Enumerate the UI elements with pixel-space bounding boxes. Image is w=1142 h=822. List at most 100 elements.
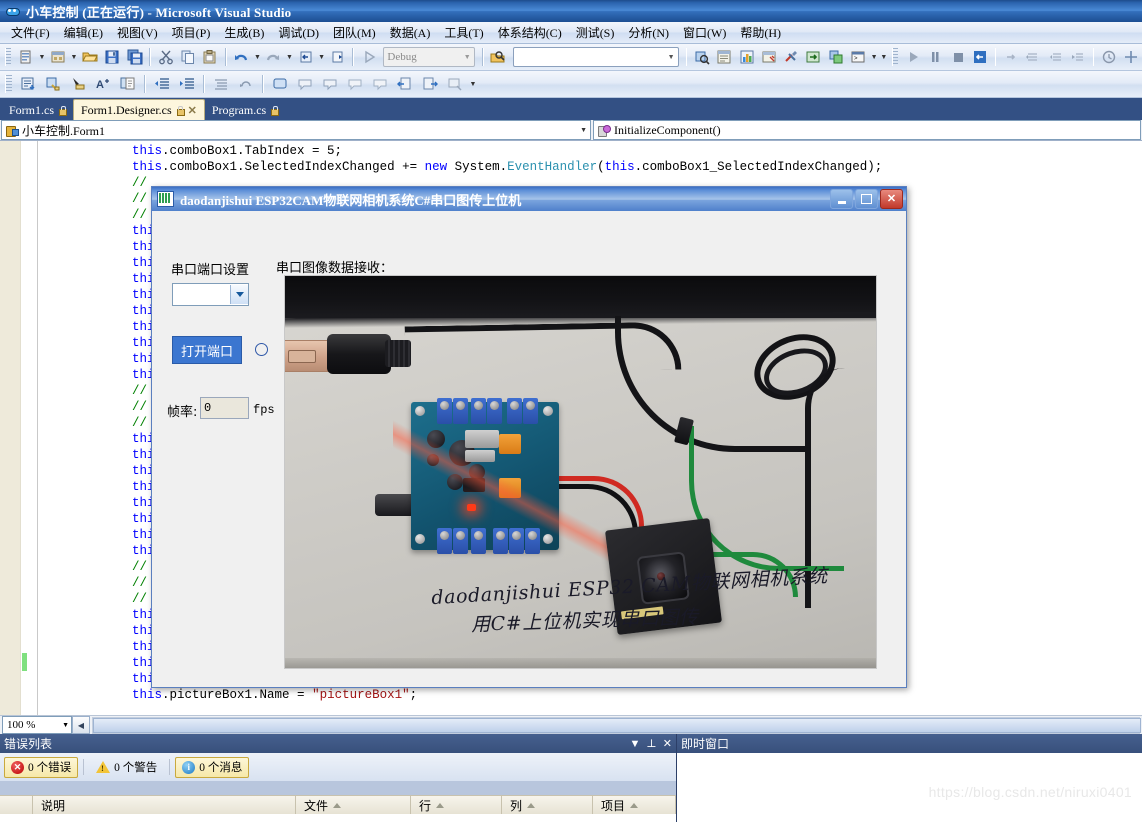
save-icon[interactable] — [102, 45, 123, 69]
toolbar-grip[interactable] — [5, 75, 12, 93]
window-layout-icon[interactable] — [825, 45, 846, 69]
object-browser-icon[interactable] — [736, 45, 757, 69]
outlining-margin[interactable] — [37, 141, 38, 715]
copy-icon[interactable] — [177, 45, 198, 69]
command-window-icon[interactable]: > — [847, 45, 868, 69]
undo-dropdown-icon[interactable]: ▼ — [253, 46, 262, 68]
undo-edit-icon[interactable] — [234, 72, 258, 96]
menu-item-edit[interactable]: 编辑(E) — [57, 22, 110, 43]
options-icon[interactable] — [781, 45, 802, 69]
warnings-filter-button[interactable]: 0 个警告 — [89, 757, 164, 778]
step-line-icon[interactable] — [1067, 45, 1088, 69]
properties-window-icon[interactable] — [714, 45, 735, 69]
undo-icon[interactable] — [231, 45, 252, 69]
menu-item-debug[interactable]: 调试(D) — [271, 22, 326, 43]
increase-indent-icon[interactable] — [175, 72, 199, 96]
column-header-line[interactable]: 行 — [411, 796, 502, 814]
command-dropdown-icon[interactable]: ▼ — [870, 46, 879, 68]
performance-profiler-icon[interactable] — [1098, 45, 1119, 69]
close-icon[interactable]: ✕ — [188, 104, 197, 117]
messages-filter-button[interactable]: i 0 个消息 — [175, 756, 250, 778]
step-into-icon[interactable] — [1000, 45, 1021, 69]
column-header-column[interactable]: 列 — [502, 796, 593, 814]
previous-edit-icon[interactable] — [393, 72, 417, 96]
go-to-icon[interactable] — [803, 45, 824, 69]
menu-item-view[interactable]: 视图(V) — [110, 22, 165, 43]
navigate-backward-icon[interactable] — [295, 45, 316, 69]
new-project-dropdown-icon[interactable]: ▼ — [38, 46, 47, 68]
menu-item-help[interactable]: 帮助(H) — [733, 22, 788, 43]
new-comment-icon[interactable] — [268, 72, 292, 96]
menu-item-window[interactable]: 窗口(W) — [676, 22, 733, 43]
maximize-button[interactable] — [855, 189, 878, 209]
column-header-project[interactable]: 项目 — [593, 796, 676, 814]
horizontal-scrollbar-thumb[interactable] — [93, 717, 1141, 733]
column-header-description[interactable]: 说明 — [33, 796, 296, 814]
member-dropdown[interactable]: InitializeComponent() — [593, 120, 1141, 140]
column-header-icon[interactable] — [0, 796, 33, 814]
menu-item-build[interactable]: 生成(B) — [217, 22, 271, 43]
menu-item-data[interactable]: 数据(A) — [383, 22, 438, 43]
menu-item-test[interactable]: 测试(S) — [569, 22, 622, 43]
tab-form1-cs[interactable]: Form1.cs — [2, 101, 73, 120]
next-comment-icon[interactable] — [318, 72, 342, 96]
comment-block-icon[interactable] — [209, 72, 233, 96]
previous-bookmark-icon[interactable] — [343, 72, 367, 96]
redo-icon[interactable] — [263, 45, 284, 69]
solution-configuration-combo[interactable]: Debug ▼ — [383, 47, 475, 67]
decrease-indent-icon[interactable] — [150, 72, 174, 96]
menu-item-project[interactable]: 项目(P) — [165, 22, 218, 43]
close-button[interactable]: ✕ — [880, 189, 903, 209]
toolbar-grip[interactable] — [892, 48, 899, 66]
step-over-icon[interactable] — [1023, 45, 1044, 69]
cut-icon[interactable] — [155, 45, 176, 69]
tab-form1-designer-cs[interactable]: Form1.Designer.cs ✕ — [73, 99, 205, 120]
errors-filter-button[interactable]: ✕ 0 个错误 — [4, 756, 79, 778]
next-edit-icon[interactable] — [418, 72, 442, 96]
zoom-level-selector[interactable]: 100 % ▼ — [2, 716, 72, 734]
redo-dropdown-icon[interactable]: ▼ — [285, 46, 294, 68]
class-dropdown[interactable]: 小车控制.Form1 ▼ — [1, 120, 591, 140]
solution-explorer-icon[interactable] — [691, 45, 712, 69]
next-bookmark-icon[interactable] — [368, 72, 392, 96]
navigate-forward-icon[interactable] — [327, 45, 348, 69]
menu-item-tools[interactable]: 工具(T) — [437, 22, 490, 43]
step-out-icon[interactable] — [1045, 45, 1066, 69]
menu-item-analyze[interactable]: 分析(N) — [621, 22, 676, 43]
pause-icon[interactable] — [925, 45, 946, 69]
stop-icon[interactable] — [947, 45, 968, 69]
surround-with-icon[interactable] — [66, 72, 90, 96]
add-item-icon[interactable] — [47, 45, 68, 69]
error-list-rows[interactable] — [0, 814, 676, 822]
chevron-down-icon[interactable] — [230, 285, 248, 304]
minimize-button[interactable] — [830, 189, 853, 209]
horizontal-scrollbar-track[interactable] — [92, 716, 1141, 734]
panel-dropdown-icon[interactable]: ▼ — [630, 738, 641, 750]
continue-icon[interactable] — [902, 45, 923, 69]
menu-item-team[interactable]: 团队(M) — [326, 22, 383, 43]
restart-icon[interactable] — [969, 45, 990, 69]
pin-icon[interactable]: ⊥ — [646, 737, 656, 750]
toggle-bookmark-icon[interactable] — [443, 72, 467, 96]
find-in-files-icon[interactable] — [488, 45, 509, 69]
toolbar-grip[interactable] — [5, 48, 12, 66]
open-file-icon[interactable] — [79, 45, 100, 69]
save-all-icon[interactable] — [124, 45, 145, 69]
image-picturebox[interactable]: daodanjishui ESP32 CAM物联网相机系统 用C#上位机实现串口… — [284, 275, 877, 669]
fps-value-field[interactable]: 0 — [200, 397, 249, 419]
navigate-dropdown-icon[interactable]: ▼ — [317, 46, 326, 68]
winform-app-window[interactable]: daodanjishui ESP32CAM物联网相机系统C#串口图传上位机 ✕ … — [151, 186, 907, 688]
scroll-left-button[interactable]: ◀ — [72, 716, 90, 734]
toolbar-overflow-icon[interactable]: ▼ — [879, 46, 888, 68]
paste-icon[interactable] — [200, 45, 221, 69]
toolbox-icon[interactable] — [758, 45, 779, 69]
comment-selection-icon[interactable]: A — [91, 72, 115, 96]
tab-program-cs[interactable]: Program.cs — [205, 101, 285, 120]
indicator-margin[interactable] — [0, 141, 21, 715]
insert-snippet-icon[interactable] — [41, 72, 65, 96]
port-combobox[interactable] — [172, 283, 249, 306]
toolbar-overflow-icon[interactable]: ▼ — [468, 73, 478, 95]
menu-item-file[interactable]: 文件(F) — [4, 22, 57, 43]
column-header-file[interactable]: 文件 — [296, 796, 411, 814]
close-icon[interactable]: ✕ — [663, 737, 672, 750]
